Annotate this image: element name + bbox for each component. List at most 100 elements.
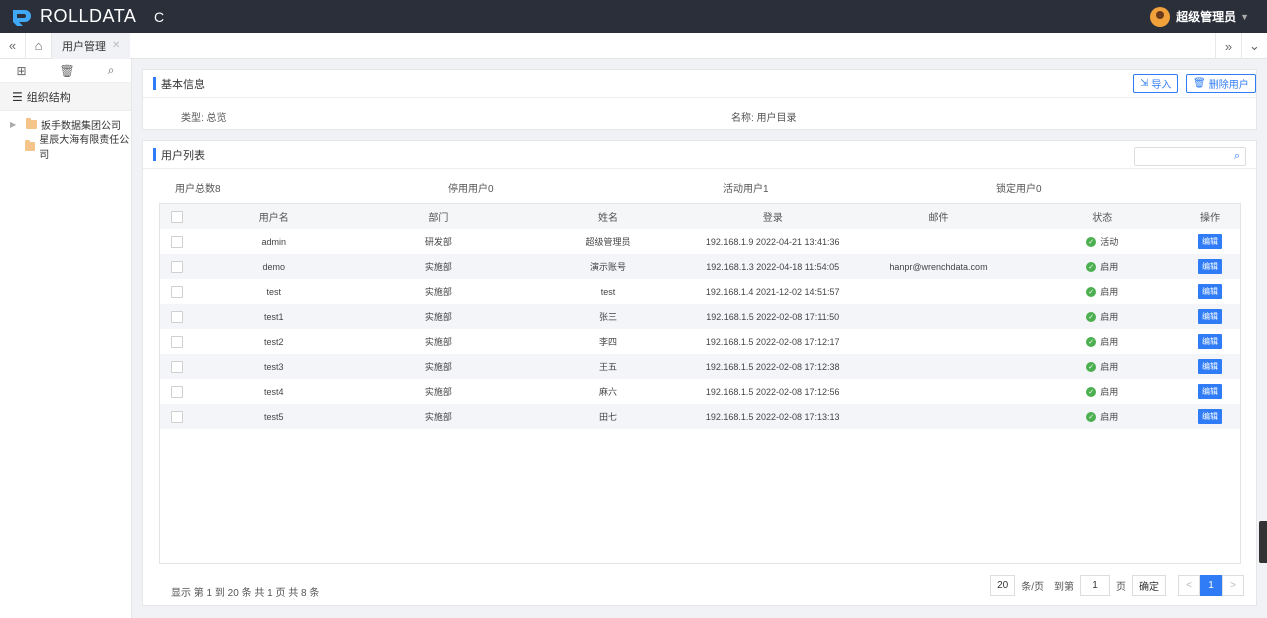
- trash-icon[interactable]: 🗑︎: [60, 64, 75, 78]
- per-page-label: 条/页: [1021, 582, 1044, 593]
- cell-email: [853, 279, 1025, 304]
- next-page-button[interactable]: >: [1222, 575, 1244, 596]
- user-list-header: 用户列表: [143, 141, 1256, 169]
- tree-node-label: 扳手数据集团公司: [41, 120, 121, 132]
- cell-login: 192.168.1.5 2022-02-08 17:13:13: [705, 411, 840, 422]
- cell-department: 实施部: [424, 287, 452, 297]
- row-checkbox[interactable]: [170, 310, 183, 323]
- add-folder-icon[interactable]: ⊞: [16, 64, 26, 78]
- table-row[interactable]: admin 研发部 超级管理员 192.168.1.9 2022-04-21 1…: [160, 229, 1240, 254]
- user-list-panel: 用户列表 ⌕ 用户总数8 停用用户0 活动用户1 锁定用户0 用户名 部门 姓名…: [142, 140, 1257, 606]
- cell-name: 田七: [599, 412, 618, 422]
- page-size-select[interactable]: 20: [990, 575, 1016, 596]
- row-checkbox[interactable]: [170, 285, 183, 298]
- cell-login: 192.168.1.9 2022-04-21 13:41:36: [705, 236, 840, 247]
- page-suffix: 页: [1116, 582, 1126, 593]
- column-header[interactable]: 部门: [354, 204, 524, 229]
- cell-department: 实施部: [424, 362, 452, 372]
- prev-page-button[interactable]: <: [1178, 575, 1200, 596]
- check-circle-icon: ✓: [1086, 361, 1097, 372]
- table-row[interactable]: test 实施部 test 192.168.1.4 2021-12-02 14:…: [160, 279, 1240, 304]
- import-button[interactable]: ⇲ 导入: [1133, 74, 1179, 93]
- close-icon[interactable]: ✕: [112, 40, 120, 51]
- row-checkbox[interactable]: [170, 385, 183, 398]
- cell-name: 麻六: [599, 387, 618, 397]
- basic-info-header: 基本信息: [143, 70, 1256, 98]
- delete-user-button[interactable]: 🗑︎ 删除用户: [1186, 74, 1256, 93]
- double-chevron-right-icon[interactable]: »: [1215, 33, 1241, 59]
- edit-button[interactable]: 编辑: [1198, 284, 1223, 299]
- stat-active-users: 活动用户1: [723, 184, 769, 195]
- page-number-button[interactable]: 1: [1200, 575, 1222, 596]
- avatar: [1150, 6, 1171, 27]
- search-icon[interactable]: ⌕: [1234, 150, 1240, 163]
- org-structure-header: ☰ 组织结构: [0, 83, 131, 111]
- home-icon[interactable]: ⌂: [26, 32, 52, 59]
- caret-right-icon[interactable]: ▶: [10, 120, 20, 129]
- column-header[interactable]: 操作: [1180, 204, 1240, 229]
- table-row[interactable]: test1 实施部 张三 192.168.1.5 2022-02-08 17:1…: [160, 304, 1240, 329]
- row-checkbox[interactable]: [170, 410, 183, 423]
- stat-total-users: 用户总数8: [175, 184, 221, 195]
- user-search[interactable]: ⌕: [1134, 147, 1246, 166]
- cell-name: 李四: [599, 337, 618, 347]
- cell-name: test: [600, 286, 616, 297]
- row-checkbox[interactable]: [170, 335, 183, 348]
- cell-email: [853, 329, 1025, 354]
- chevron-down-icon[interactable]: ⌄: [1241, 33, 1267, 59]
- column-header[interactable]: 姓名: [523, 204, 693, 229]
- tab-user-management[interactable]: 用户管理 ✕: [52, 32, 131, 59]
- double-chevron-left-icon[interactable]: «: [0, 32, 26, 59]
- edit-button[interactable]: 编辑: [1198, 234, 1223, 249]
- stat-disabled-users: 停用用户0: [448, 184, 494, 195]
- edit-button[interactable]: 编辑: [1198, 359, 1223, 374]
- cell-username: test3: [264, 361, 284, 372]
- status-badge: ✓ 启用: [1086, 385, 1118, 398]
- select-all-checkbox[interactable]: [170, 210, 183, 223]
- floating-widget-handle[interactable]: [1259, 521, 1267, 563]
- edit-button[interactable]: 编辑: [1198, 384, 1223, 399]
- refresh-icon[interactable]: C: [154, 9, 164, 25]
- brand-logo[interactable]: ROLLDATA: [0, 0, 150, 33]
- edit-button[interactable]: 编辑: [1198, 409, 1223, 424]
- edit-button[interactable]: 编辑: [1198, 259, 1223, 274]
- column-header[interactable]: 用户名: [194, 204, 354, 229]
- tree-node[interactable]: 星辰大海有限责任公司: [0, 135, 131, 161]
- cell-department: 实施部: [424, 262, 452, 272]
- tab-label: 用户管理: [62, 40, 106, 53]
- basic-info-title: 基本信息: [161, 78, 205, 91]
- status-badge: ✓ 启用: [1086, 285, 1118, 298]
- cell-name: 张三: [599, 312, 618, 322]
- column-header[interactable]: 登录: [693, 204, 853, 229]
- row-checkbox[interactable]: [170, 235, 183, 248]
- sidebar: ⊞ 🗑︎ ⌕ ☰ 组织结构 ▶ 扳手数据集团公司 星辰大海有限责任公司: [0, 59, 132, 618]
- check-circle-icon: ✓: [1086, 311, 1097, 322]
- cell-email: [853, 304, 1025, 329]
- column-header[interactable]: 邮件: [853, 204, 1025, 229]
- user-menu[interactable]: 超级管理员 ▼: [1150, 0, 1249, 33]
- cell-email: [853, 379, 1025, 404]
- cell-username: test4: [264, 386, 284, 397]
- table-row[interactable]: test5 实施部 田七 192.168.1.5 2022-02-08 17:1…: [160, 404, 1240, 429]
- table-row[interactable]: demo 实施部 演示账号 192.168.1.3 2022-04-18 11:…: [160, 254, 1240, 279]
- edit-button[interactable]: 编辑: [1198, 334, 1223, 349]
- table-row[interactable]: test3 实施部 王五 192.168.1.5 2022-02-08 17:1…: [160, 354, 1240, 379]
- cell-username: demo: [262, 261, 286, 272]
- cell-login: 192.168.1.5 2022-02-08 17:12:17: [705, 336, 840, 347]
- search-input[interactable]: [1135, 148, 1225, 165]
- cell-email: hanpr@wrenchdata.com: [889, 261, 988, 272]
- confirm-button[interactable]: 确定: [1132, 575, 1166, 596]
- top-bar: ROLLDATA C 超级管理员 ▼: [0, 0, 1267, 33]
- search-icon[interactable]: ⌕: [108, 63, 115, 78]
- cell-username: test2: [264, 336, 284, 347]
- table-row[interactable]: test4 实施部 麻六 192.168.1.5 2022-02-08 17:1…: [160, 379, 1240, 404]
- table-row[interactable]: test2 实施部 李四 192.168.1.5 2022-02-08 17:1…: [160, 329, 1240, 354]
- row-checkbox[interactable]: [170, 360, 183, 373]
- edit-button[interactable]: 编辑: [1198, 309, 1223, 324]
- cell-login: 192.168.1.3 2022-04-18 11:54:05: [706, 261, 840, 272]
- status-badge: ✓ 活动: [1086, 235, 1118, 248]
- goto-page-input[interactable]: 1: [1080, 575, 1110, 596]
- cell-username: test5: [264, 411, 284, 422]
- row-checkbox[interactable]: [170, 260, 183, 273]
- column-header[interactable]: 状态: [1024, 204, 1180, 229]
